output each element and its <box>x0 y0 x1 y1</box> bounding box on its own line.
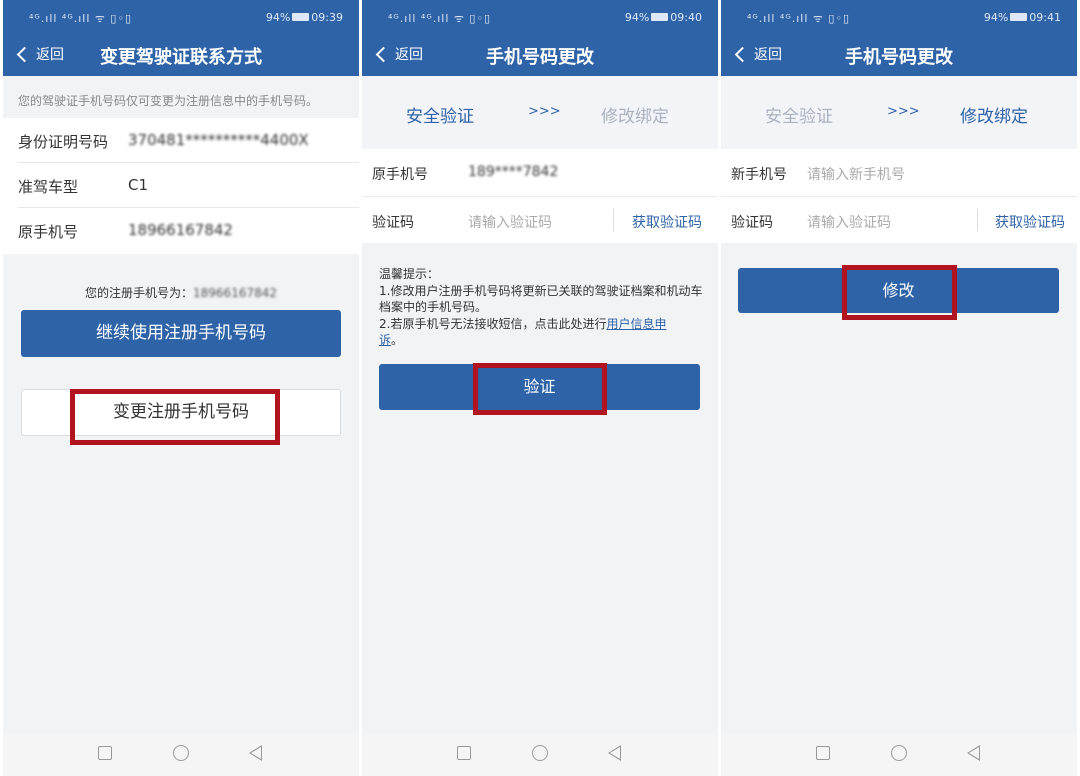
code-label: 验证码 <box>372 215 414 231</box>
home-icon[interactable] <box>891 745 907 761</box>
system-nav-bar <box>721 733 1077 776</box>
system-nav-bar <box>3 733 359 776</box>
highlight-box <box>842 265 957 320</box>
recent-apps-icon[interactable] <box>816 746 830 760</box>
info-value: 370481**********4400X <box>128 131 309 149</box>
battery-percent: 94% <box>624 11 650 24</box>
code-input[interactable]: 请输入验证码 <box>468 212 552 232</box>
info-value: 18966167842 <box>128 221 233 239</box>
user-info-appeal-link[interactable]: 用户信息申 <box>606 317 666 331</box>
step-indicator: 安全验证 >>> 修改绑定 <box>721 76 1077 149</box>
modify-form: 新手机号 请输入新手机号 验证码 请输入验证码 获取验证码 <box>721 149 1077 243</box>
title-bar: 返回 手机号码更改 <box>362 34 718 76</box>
info-label: 身份证明号码 <box>18 133 109 151</box>
page-title: 手机号码更改 <box>486 47 594 68</box>
status-right: 94% 09:41 <box>984 11 1061 24</box>
status-time: 09:40 <box>670 11 702 24</box>
status-time: 09:39 <box>311 11 343 24</box>
info-card: 身份证明号码 370481**********4400X 准驾车型 C1 原手机… <box>3 118 359 254</box>
verify-form: 原手机号 189****7842 验证码 请输入验证码 获取验证码 <box>362 149 718 243</box>
get-code-button[interactable]: 获取验证码 <box>995 212 1065 232</box>
tip-2-text: 2.若原手机号无法接收短信，点击此处进行 <box>379 316 607 331</box>
notice-text: 您的驾驶证手机号码仅可变更为注册信息中的手机号码。 <box>18 94 319 108</box>
page-title: 手机号码更改 <box>845 47 953 68</box>
step-modify-binding: 修改绑定 <box>960 107 1028 127</box>
status-right: 94% 09:39 <box>266 11 343 24</box>
registered-phone-line: 您的注册手机号为：18966167842 <box>3 284 359 301</box>
original-phone-value: 189****7842 <box>468 164 559 180</box>
battery-percent: 94% <box>983 11 1009 24</box>
registered-phone-value: 18966167842 <box>193 286 277 300</box>
status-right: 94% 09:40 <box>625 11 702 24</box>
divider <box>613 209 614 231</box>
step-arrows: >>> <box>887 104 920 119</box>
tip-2-suffix: 。 <box>391 333 404 347</box>
step-security-verify: 安全验证 <box>765 107 833 127</box>
battery-icon <box>292 13 310 21</box>
form-row-new-phone: 新手机号 请输入新手机号 <box>721 149 1077 196</box>
home-icon[interactable] <box>173 745 189 761</box>
app-header: ⁴ᴳ.ıll ⁴ᴳ.ıll ᯤ ▯◦▯ 94% 09:39 返回 变更驾驶证联系方… <box>3 0 359 76</box>
form-row-code: 验证码 请输入验证码 获取验证码 <box>362 196 718 243</box>
original-phone-label: 原手机号 <box>372 167 428 183</box>
signal-icon: ⁴ᴳ.ıll ⁴ᴳ.ıll ᯤ ▯◦▯ <box>388 12 492 25</box>
battery-percent: 94% <box>265 11 291 24</box>
title-bar: 返回 变更驾驶证联系方式 <box>3 34 359 76</box>
app-header: ⁴ᴳ.ıll ⁴ᴳ.ıll ᯤ ▯◦▯ 94% 09:40 返回 手机号码更改 <box>362 0 718 76</box>
screen-phone-change-verify: ⁴ᴳ.ıll ⁴ᴳ.ıll ᯤ ▯◦▯ 94% 09:40 返回 手机号码更改 安… <box>362 0 718 776</box>
battery-icon <box>651 13 669 21</box>
status-bar: ⁴ᴳ.ıll ⁴ᴳ.ıll ᯤ ▯◦▯ 94% 09:40 <box>362 0 718 34</box>
code-input[interactable]: 请输入验证码 <box>807 212 891 232</box>
screen-phone-change-modify: ⁴ᴳ.ıll ⁴ᴳ.ıll ᯤ ▯◦▯ 94% 09:41 返回 手机号码更改 安… <box>721 0 1077 776</box>
app-header: ⁴ᴳ.ıll ⁴ᴳ.ıll ᯤ ▯◦▯ 94% 09:41 返回 手机号码更改 <box>721 0 1077 76</box>
back-triangle-icon[interactable] <box>967 745 980 761</box>
signal-icon: ⁴ᴳ.ıll ⁴ᴳ.ıll ᯤ ▯◦▯ <box>29 12 133 25</box>
info-row-license-type: 准驾车型 C1 <box>18 163 359 208</box>
recent-apps-icon[interactable] <box>457 746 471 760</box>
info-row-id: 身份证明号码 370481**********4400X <box>18 118 359 163</box>
tip-2: 2.若原手机号无法接收短信，点击此处进行用户信息申诉。 <box>379 316 705 349</box>
step-indicator: 安全验证 >>> 修改绑定 <box>362 76 718 149</box>
tip-1: 1.修改用户注册手机号码将更新已关联的驾驶证档案和机动车档案中的手机号码。 <box>379 283 703 315</box>
highlight-box <box>70 389 280 445</box>
status-bar: ⁴ᴳ.ıll ⁴ᴳ.ıll ᯤ ▯◦▯ 94% 09:39 <box>3 0 359 34</box>
form-row-code: 验证码 请输入验证码 获取验证码 <box>721 196 1077 243</box>
recent-apps-icon[interactable] <box>98 746 112 760</box>
screen-change-contact: ⁴ᴳ.ıll ⁴ᴳ.ıll ᯤ ▯◦▯ 94% 09:39 返回 变更驾驶证联系方… <box>3 0 359 776</box>
back-triangle-icon[interactable] <box>608 745 621 761</box>
step-arrows: >>> <box>528 104 561 119</box>
step-security-verify: 安全验证 <box>406 107 474 127</box>
home-icon[interactable] <box>532 745 548 761</box>
code-label: 验证码 <box>731 215 773 231</box>
step-modify-binding: 修改绑定 <box>601 107 669 127</box>
tips-title: 温馨提示： <box>379 267 440 281</box>
status-bar: ⁴ᴳ.ıll ⁴ᴳ.ıll ᯤ ▯◦▯ 94% 09:41 <box>721 0 1077 34</box>
system-nav-bar <box>362 733 718 776</box>
info-label: 准驾车型 <box>18 178 79 196</box>
new-phone-label: 新手机号 <box>731 167 787 183</box>
info-value: C1 <box>128 176 149 194</box>
divider <box>977 209 978 231</box>
registered-phone-label: 您的注册手机号为： <box>85 286 194 300</box>
user-info-appeal-link-cont[interactable]: 诉 <box>379 333 391 347</box>
new-phone-input[interactable]: 请输入新手机号 <box>807 164 905 184</box>
tips-box: 温馨提示： 1.修改用户注册手机号码将更新已关联的驾驶证档案和机动车档案中的手机… <box>379 266 705 349</box>
status-time: 09:41 <box>1029 11 1061 24</box>
get-code-button[interactable]: 获取验证码 <box>632 212 702 232</box>
page-title: 变更驾驶证联系方式 <box>100 47 262 68</box>
continue-registered-phone-button[interactable]: 继续使用注册手机号码 <box>21 310 341 357</box>
info-row-original-phone: 原手机号 18966167842 <box>18 208 359 253</box>
info-label: 原手机号 <box>18 223 79 241</box>
highlight-box <box>473 363 607 415</box>
back-triangle-icon[interactable] <box>249 745 262 761</box>
form-row-original-phone: 原手机号 189****7842 <box>362 149 718 196</box>
signal-icon: ⁴ᴳ.ıll ⁴ᴳ.ıll ᯤ ▯◦▯ <box>747 12 851 25</box>
title-bar: 返回 手机号码更改 <box>721 34 1077 76</box>
battery-icon <box>1010 13 1028 21</box>
